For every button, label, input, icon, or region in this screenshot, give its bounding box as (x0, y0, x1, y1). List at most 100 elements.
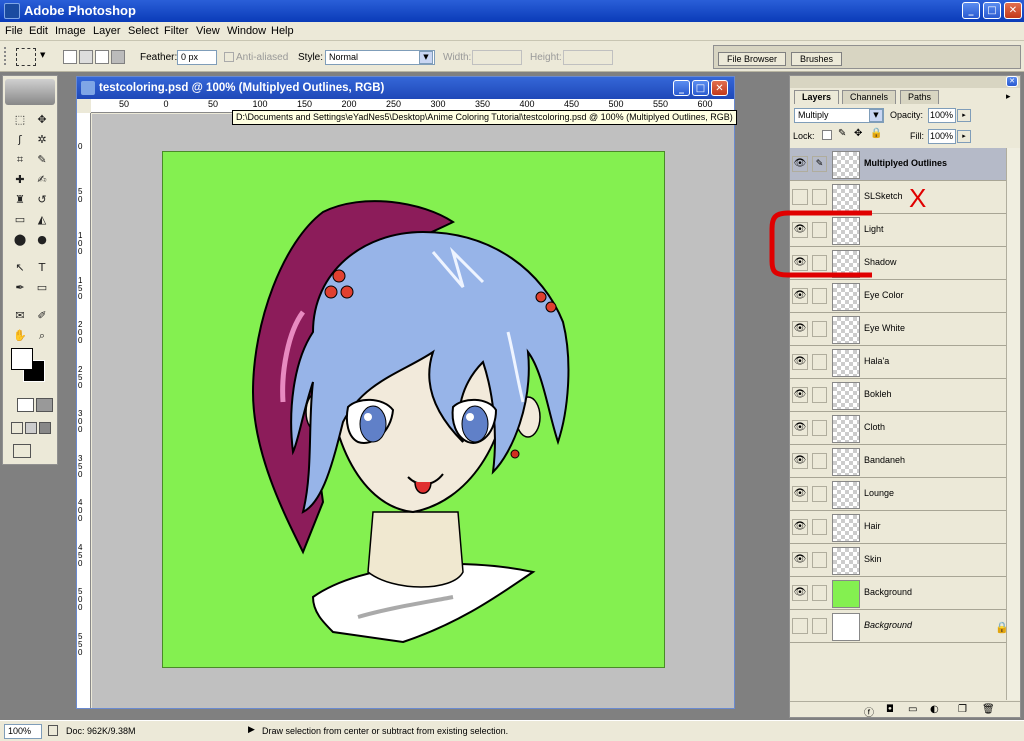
chevron-down-icon[interactable]: ▼ (869, 109, 883, 122)
minimize-button[interactable]: _ (962, 2, 980, 19)
lock-all-icon[interactable]: 🔒 (870, 128, 882, 139)
layer-link-icon[interactable] (812, 189, 827, 205)
width-input[interactable] (472, 50, 522, 65)
screen-mode-full-icon[interactable] (39, 422, 51, 434)
eye-icon[interactable]: 👁 (792, 156, 808, 172)
height-input[interactable] (563, 50, 613, 65)
antialiased-checkbox[interactable] (224, 52, 234, 62)
eye-icon[interactable] (792, 189, 808, 205)
eye-icon[interactable]: 👁 (792, 552, 808, 568)
layer-link-icon[interactable] (812, 585, 827, 601)
layer-link-icon[interactable] (812, 321, 827, 337)
fill-slider-arrow[interactable]: ▸ (957, 130, 971, 143)
adjustment-layer-icon[interactable]: ◐ (930, 704, 939, 715)
menu-layer[interactable]: Layer (93, 25, 121, 37)
layer-link-icon[interactable] (812, 618, 827, 634)
layer-thumbnail[interactable] (832, 382, 860, 410)
path-selection-tool-icon[interactable]: ↖ (11, 259, 29, 277)
zoom-tool-icon[interactable]: ⌕ (33, 327, 51, 345)
menu-file[interactable]: File (5, 25, 23, 37)
tab-layers[interactable]: Layers (794, 90, 840, 104)
menu-help[interactable]: Help (271, 25, 294, 37)
eye-icon[interactable]: 👁 (792, 354, 808, 370)
tab-channels[interactable]: Channels (842, 90, 897, 104)
layer-list-scrollbar[interactable] (1006, 148, 1020, 700)
eye-icon[interactable] (792, 618, 808, 634)
menu-view[interactable]: View (196, 25, 220, 37)
lock-position-icon[interactable]: ✥ (854, 128, 862, 139)
layer-set-icon[interactable]: ▭ (908, 704, 917, 715)
close-button[interactable]: ✕ (1004, 2, 1022, 19)
layer-style-icon[interactable]: ⓕ (864, 704, 874, 719)
tab-paths[interactable]: Paths (900, 90, 940, 104)
layer-link-icon[interactable] (812, 519, 827, 535)
tab-file-browser[interactable]: File Browser (718, 52, 787, 66)
layer-row[interactable]: 👁 Hala'a (790, 346, 1006, 379)
new-layer-icon[interactable]: ❐ (958, 704, 967, 715)
opacity-input[interactable]: 100% (928, 108, 956, 123)
zoom-input[interactable]: 100% (4, 724, 42, 739)
layer-thumbnail[interactable] (832, 547, 860, 575)
layer-thumbnail[interactable] (832, 349, 860, 377)
chevron-down-icon[interactable]: ▼ (40, 51, 45, 59)
layer-mask-icon[interactable]: ◘ (886, 704, 894, 715)
eye-icon[interactable]: 👁 (792, 453, 808, 469)
maximize-button[interactable]: □ (983, 2, 1001, 19)
layer-row[interactable]: 👁 Eye White (790, 313, 1006, 346)
crop-tool-icon[interactable]: ⌗ (11, 151, 29, 169)
doc-maximize-button[interactable]: □ (692, 80, 709, 96)
brush-tool-icon[interactable]: ✍ (33, 171, 51, 189)
layer-link-icon[interactable] (812, 420, 827, 436)
layer-link-icon[interactable] (812, 288, 827, 304)
layer-link-icon[interactable] (812, 453, 827, 469)
eye-icon[interactable]: 👁 (792, 519, 808, 535)
add-selection-icon[interactable] (79, 50, 93, 64)
eye-icon[interactable]: 👁 (792, 486, 808, 502)
marquee-preset-icon[interactable] (16, 48, 36, 66)
subtract-selection-icon[interactable] (95, 50, 109, 64)
menu-select[interactable]: Select (128, 25, 159, 37)
layer-row[interactable]: 👁 Bandaneh (790, 445, 1006, 478)
layer-link-icon[interactable] (812, 552, 827, 568)
gradient-tool-icon[interactable]: ◭ (33, 211, 51, 229)
hand-tool-icon[interactable]: ✋ (11, 327, 29, 345)
layer-thumbnail[interactable] (832, 613, 860, 641)
layer-thumbnail[interactable] (832, 151, 860, 179)
layer-thumbnail[interactable] (832, 481, 860, 509)
eyedropper-tool-icon[interactable]: ✐ (33, 307, 51, 325)
fill-input[interactable]: 100% (928, 129, 956, 144)
eye-icon[interactable]: 👁 (792, 321, 808, 337)
new-selection-icon[interactable] (63, 50, 77, 64)
image-canvas[interactable] (162, 151, 665, 668)
layers-close-button[interactable]: ✕ (1006, 76, 1018, 87)
healing-brush-tool-icon[interactable]: ✚ (11, 171, 29, 189)
slice-tool-icon[interactable]: ✎ (33, 151, 51, 169)
menu-image[interactable]: Image (55, 25, 86, 37)
trash-icon[interactable]: 🗑 (982, 704, 995, 715)
menu-window[interactable]: Window (227, 25, 266, 37)
layer-thumbnail[interactable] (832, 514, 860, 542)
layer-row[interactable]: 👁 Skin (790, 544, 1006, 577)
notes-tool-icon[interactable]: ✉ (11, 307, 29, 325)
eye-icon[interactable]: 👁 (792, 387, 808, 403)
doc-minimize-button[interactable]: _ (673, 80, 690, 96)
palette-menu-icon[interactable]: ▸ (1006, 92, 1011, 102)
layer-link-icon[interactable]: ✎ (812, 156, 827, 172)
menu-edit[interactable]: Edit (29, 25, 48, 37)
layer-row[interactable]: 👁 Bokleh (790, 379, 1006, 412)
eye-icon[interactable]: 👁 (792, 420, 808, 436)
status-arrow-icon[interactable]: ▶ (248, 725, 255, 735)
layer-row[interactable]: Background (790, 610, 1006, 643)
type-tool-icon[interactable]: T (33, 259, 51, 277)
move-tool-icon[interactable]: ✥ (33, 111, 51, 129)
quickmask-mode-icon[interactable] (36, 398, 53, 412)
screen-mode-full-menu-icon[interactable] (25, 422, 37, 434)
layer-thumbnail[interactable] (832, 415, 860, 443)
eye-icon[interactable]: 👁 (792, 288, 808, 304)
opacity-slider-arrow[interactable]: ▸ (957, 109, 971, 122)
adobe-eye-icon[interactable] (5, 79, 55, 105)
layer-thumbnail[interactable] (832, 448, 860, 476)
doc-close-button[interactable]: ✕ (711, 80, 728, 96)
dodge-tool-icon[interactable]: ● (33, 231, 51, 249)
canvas-area[interactable] (92, 114, 734, 708)
